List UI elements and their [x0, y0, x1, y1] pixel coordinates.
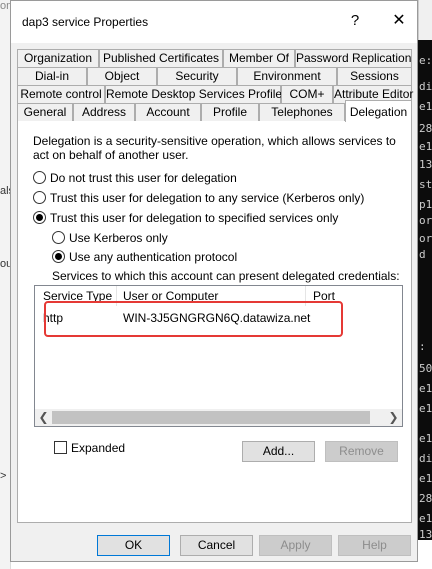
tab-profile[interactable]: Profile [201, 103, 259, 121]
radio-selected-icon[interactable] [52, 250, 65, 263]
console-line: d [419, 248, 426, 261]
console-line: p1 [419, 198, 432, 211]
tab-com-plus[interactable]: COM+ [281, 85, 333, 103]
radio-icon[interactable] [52, 231, 65, 244]
services-label: Services to which this account can prese… [52, 269, 400, 283]
option-label: Trust this user for delegation to specif… [50, 211, 339, 225]
tab-published-certificates[interactable]: Published Certificates [99, 49, 223, 67]
tab-delegation[interactable]: Delegation [345, 100, 412, 122]
expanded-label: Expanded [71, 441, 126, 455]
option-use-any-auth-protocol[interactable]: Use any authentication protocol [52, 250, 237, 264]
option-do-not-trust[interactable]: Do not trust this user for delegation [33, 171, 237, 185]
console-line: e1 [419, 472, 432, 485]
title-bar: dap3 service Properties ? ✕ [11, 1, 417, 43]
help-footer-button[interactable]: Help [338, 535, 411, 556]
tab-security[interactable]: Security [157, 67, 237, 85]
delegation-description: Delegation is a security-sensitive opera… [33, 134, 396, 162]
option-trust-any-service[interactable]: Trust this user for delegation to any se… [33, 191, 364, 205]
apply-button[interactable]: Apply [259, 535, 332, 556]
tab-environment[interactable]: Environment [237, 67, 337, 85]
radio-icon[interactable] [33, 191, 46, 204]
tab-object[interactable]: Object [87, 67, 157, 85]
console-line: e1 [419, 382, 432, 395]
console-line: st [419, 178, 432, 191]
horizontal-scrollbar[interactable]: ❮ ❯ [35, 409, 402, 426]
tab-password-replication[interactable]: Password Replication [295, 49, 412, 67]
console-line: 13 [419, 528, 432, 540]
console-line: 13 [419, 158, 432, 171]
tab-remote-control[interactable]: Remote control [17, 85, 105, 103]
option-label: Do not trust this user for delegation [50, 171, 237, 185]
console-line: di [419, 452, 432, 465]
console-line: 28 [419, 122, 432, 135]
radio-icon[interactable] [33, 171, 46, 184]
scroll-right-icon[interactable]: ❯ [385, 409, 402, 426]
help-button[interactable]: ? [345, 12, 365, 29]
tab-remote-desktop-services-profile[interactable]: Remote Desktop Services Profile [105, 85, 282, 103]
cancel-button[interactable]: Cancel [180, 535, 253, 556]
console-line: e1 [419, 140, 432, 153]
console-line: e1 [419, 432, 432, 445]
console-line: e: [419, 54, 432, 67]
option-label: Use Kerberos only [69, 231, 168, 245]
option-label: Trust this user for delegation to any se… [50, 191, 365, 205]
console-line: 28 [419, 492, 432, 505]
highlight-annotation [44, 301, 343, 337]
scroll-left-icon[interactable]: ❮ [35, 409, 52, 426]
option-trust-specified-services[interactable]: Trust this user for delegation to specif… [33, 211, 338, 225]
option-use-kerberos-only[interactable]: Use Kerberos only [52, 231, 168, 245]
console-line: e1 [419, 402, 432, 415]
console-line: 50 [419, 362, 432, 375]
console-line: : [419, 340, 426, 353]
background-text: > [0, 470, 7, 482]
expanded-checkbox[interactable]: Expanded [54, 441, 125, 455]
tab-general[interactable]: General [17, 103, 73, 121]
background-console: e: di e1 28 e1 13 st p1 or or d: 50 e1 e1 e1 di e1 28 e1 13… [418, 40, 432, 540]
checkbox-icon[interactable] [54, 441, 67, 454]
option-label: Use any authentication protocol [69, 250, 238, 264]
background-window-right [418, 0, 432, 40]
tab-dial-in[interactable]: Dial-in [17, 67, 87, 85]
add-button[interactable]: Add... [242, 441, 315, 462]
console-line: or [419, 232, 432, 245]
tab-organization[interactable]: Organization [17, 49, 99, 67]
console-line: di [419, 80, 432, 93]
properties-dialog: dap3 service Properties ? ✕ Organization… [10, 0, 418, 562]
tab-address[interactable]: Address [73, 103, 135, 121]
close-icon[interactable]: ✕ [389, 10, 409, 30]
tab-account[interactable]: Account [135, 103, 201, 121]
radio-selected-icon[interactable] [33, 211, 46, 224]
tab-sessions[interactable]: Sessions [337, 67, 412, 85]
ok-button[interactable]: OK [97, 535, 170, 556]
tab-telephones[interactable]: Telephones [259, 103, 345, 121]
remove-button[interactable]: Remove [325, 441, 398, 462]
dialog-title: dap3 service Properties [22, 15, 149, 29]
tab-member-of[interactable]: Member Of [223, 49, 295, 67]
scroll-thumb[interactable] [52, 411, 370, 424]
console-line: e1 [419, 512, 432, 525]
console-line: or [419, 214, 432, 227]
console-line: e1 [419, 100, 432, 113]
